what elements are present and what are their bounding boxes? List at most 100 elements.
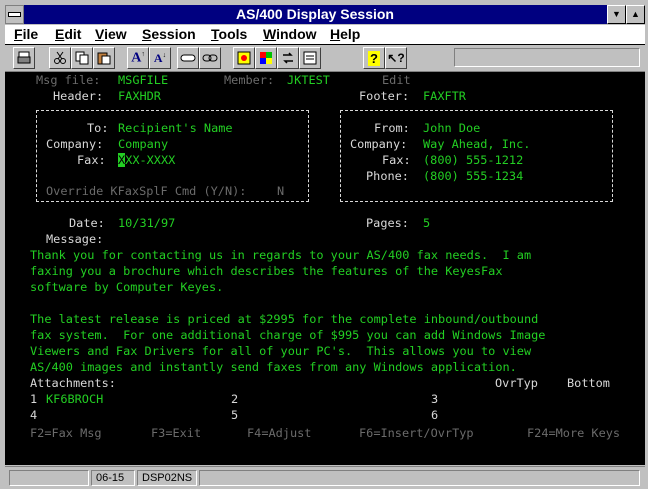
header-label: Header:	[53, 89, 104, 103]
member-value[interactable]: JKTEST	[287, 72, 330, 88]
copy-button[interactable]	[71, 47, 93, 69]
print-icon	[17, 51, 31, 64]
message-line[interactable]: software by Computer Keyes.	[30, 279, 223, 295]
fkey-fax-msg[interactable]: F2=Fax Msg	[30, 425, 102, 441]
phone-field[interactable]: (800) 555-1234	[423, 168, 523, 184]
title-bar: AS/400 Display Session ▼ ▲	[5, 5, 645, 24]
help-button[interactable]: ?	[363, 47, 385, 69]
fkey-exit[interactable]: F3=Exit	[151, 425, 201, 441]
footer-value[interactable]: FAXFTR	[423, 88, 466, 104]
font-larger-icon: A↑	[131, 49, 145, 66]
attachment-num: 5	[231, 408, 239, 422]
toolbar-command-input[interactable]	[454, 48, 640, 67]
menu-view[interactable]: View	[95, 26, 127, 42]
window-title: AS/400 Display Session	[236, 6, 394, 22]
message-line[interactable]: faxing you a brochure which describes th…	[30, 263, 502, 279]
cut-button[interactable]	[49, 47, 71, 69]
header-value[interactable]: FAXHDR	[118, 88, 161, 104]
fkey-more-keys[interactable]: F24=More Keys	[527, 425, 620, 441]
cursor-position: 06-15	[91, 470, 135, 486]
date-label: Date:	[69, 216, 105, 230]
link-icon	[202, 54, 218, 62]
bottom-indicator: Bottom	[567, 376, 610, 390]
font-smaller-icon: A↓	[153, 50, 167, 65]
status-message	[199, 470, 640, 486]
from-field[interactable]: John Doe	[423, 120, 480, 136]
attachment-num: 1	[30, 392, 38, 406]
device-name: DSP02NS	[137, 470, 197, 486]
macro-button[interactable]	[299, 47, 321, 69]
message-line[interactable]: Thank you for contacting us in regards t…	[30, 247, 531, 263]
transfer-button[interactable]	[277, 47, 299, 69]
message-line[interactable]: fax system. For one additional charge of…	[30, 327, 545, 343]
print-button[interactable]	[13, 47, 35, 69]
fax-field-text: XX-XXXX	[125, 153, 176, 167]
attachment-num: 4	[30, 408, 38, 422]
attachment-num: 3	[431, 392, 439, 406]
help-icon: ?	[368, 50, 380, 66]
system-menu-icon	[8, 12, 21, 17]
message-line[interactable]: Viewers and Fax Drivers for all of your …	[30, 343, 531, 359]
footer-label: Footer:	[359, 89, 410, 103]
hotspot-button[interactable]	[177, 47, 199, 69]
pages-label: Pages:	[366, 216, 409, 230]
menu-edit[interactable]: Edit	[55, 26, 81, 42]
ovrtyp-indicator: OvrTyp	[495, 376, 538, 390]
terminal-screen[interactable]: Msg file: MSGFILE Member: JKTEST Edit He…	[5, 72, 645, 465]
date-field[interactable]: 10/31/97	[118, 215, 175, 231]
menu-session[interactable]: Session	[142, 26, 196, 42]
macro-icon	[303, 51, 317, 65]
phone-label: Phone:	[366, 169, 409, 183]
font-larger-button[interactable]: A↑	[127, 47, 149, 69]
paste-icon	[97, 52, 111, 65]
menu-file[interactable]: File	[14, 26, 38, 42]
minimize-button[interactable]: ▼	[607, 5, 626, 24]
msg-file-value[interactable]: MSGFILE	[118, 72, 168, 88]
toolbar: A↑ A↓ ? ↖?	[5, 45, 645, 72]
menu-tools[interactable]: Tools	[211, 26, 247, 42]
menu-bar: File Edit View Session Tools Window Help	[5, 25, 645, 45]
sound-button[interactable]	[233, 47, 255, 69]
fkey-adjust[interactable]: F4=Adjust	[247, 425, 311, 441]
fax-label: Fax:	[77, 153, 106, 167]
message-line[interactable]: The latest release is priced at $2995 fo…	[30, 311, 538, 327]
system-menu-button[interactable]	[5, 5, 24, 24]
paste-button[interactable]	[93, 47, 115, 69]
override-field[interactable]: N	[277, 183, 284, 199]
fkey-insert-ovrtyp[interactable]: F6=Insert/OvrTyp	[359, 425, 474, 441]
transfer-icon	[283, 52, 293, 64]
menu-help[interactable]: Help	[330, 26, 360, 42]
copy-icon	[75, 51, 89, 65]
member-label: Member:	[224, 73, 275, 87]
menu-window[interactable]: Window	[263, 26, 317, 42]
font-smaller-button[interactable]: A↓	[149, 47, 171, 69]
company-field[interactable]: Company	[118, 136, 168, 152]
palette-button[interactable]	[255, 47, 277, 69]
context-help-icon: ↖?	[387, 51, 405, 65]
attachment-num: 6	[431, 408, 439, 422]
attachment-num: 2	[231, 392, 239, 406]
as400-window: AS/400 Display Session ▼ ▲ File Edit Vie…	[0, 0, 648, 489]
fax-field[interactable]: XXX-XXXX	[118, 152, 175, 168]
message-label: Message:	[46, 232, 104, 246]
to-label: To:	[87, 121, 109, 135]
message-line[interactable]: AS/400 images and instantly send faxes f…	[30, 359, 517, 375]
pages-field[interactable]: 5	[423, 215, 430, 231]
to-field[interactable]: Recipient's Name	[118, 120, 233, 136]
sound-icon	[237, 51, 251, 65]
attachment-field[interactable]: KF6BROCH	[46, 391, 103, 407]
edit-label: Edit	[382, 73, 411, 87]
attachments-label: Attachments:	[30, 376, 116, 390]
msg-file-label: Msg file:	[36, 73, 101, 87]
palette-icon	[260, 52, 272, 64]
maximize-icon: ▲	[631, 9, 640, 19]
from-company-label: Company:	[350, 137, 408, 151]
from-fax-field[interactable]: (800) 555-1212	[423, 152, 523, 168]
from-label: From:	[374, 121, 410, 135]
from-company-field[interactable]: Way Ahead, Inc.	[423, 136, 530, 152]
context-help-button[interactable]: ↖?	[385, 47, 407, 69]
maximize-button[interactable]: ▲	[626, 5, 645, 24]
link-button[interactable]	[199, 47, 221, 69]
hotspot-icon	[180, 54, 196, 62]
cut-icon	[54, 51, 66, 64]
